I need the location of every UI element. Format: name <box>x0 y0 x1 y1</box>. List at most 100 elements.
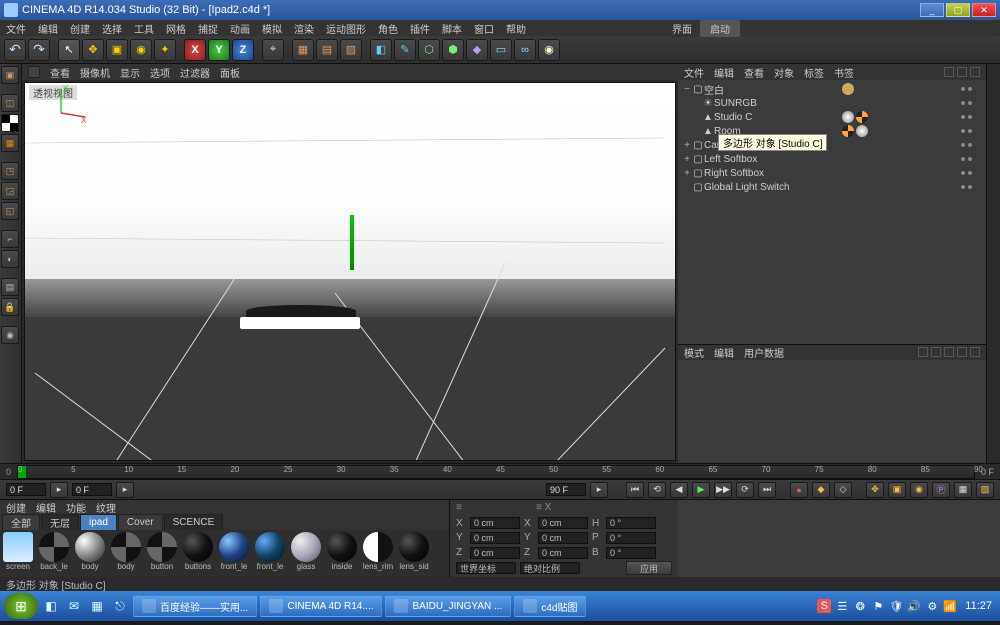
object-name[interactable]: Right Softbox <box>704 168 946 179</box>
soft-select-button[interactable]: ◉ <box>1 326 19 344</box>
object-name[interactable]: Global Light Switch <box>704 182 946 193</box>
taskbar-clock[interactable]: 11:27 <box>961 600 996 612</box>
menu-character[interactable]: 角色 <box>378 21 398 36</box>
am-menu-edit[interactable]: 编辑 <box>714 345 734 360</box>
object-name[interactable]: Left Softbox <box>704 154 946 165</box>
workplane-mode-button[interactable]: ▦ <box>1 134 19 152</box>
current-frame-field[interactable]: 0 F <box>72 483 112 496</box>
om-menu-bookmarks[interactable]: 书签 <box>834 65 854 80</box>
timeline-track[interactable]: 051015202530354045505560657075808590 <box>17 465 975 479</box>
menu-sim[interactable]: 模拟 <box>262 21 282 36</box>
goto-end-button[interactable]: ⏭ <box>758 482 776 498</box>
primitive-cube-button[interactable]: ◧ <box>370 39 392 61</box>
am-menu-mode[interactable]: 模式 <box>684 345 704 360</box>
om-menu-view[interactable]: 查看 <box>744 65 764 80</box>
render-settings-button[interactable]: ▧ <box>340 39 362 61</box>
current-frame-spin[interactable]: ▸ <box>116 482 134 498</box>
am-nav-back-icon[interactable] <box>918 347 928 357</box>
visibility-dots[interactable] <box>946 171 986 175</box>
light-button[interactable]: ◉ <box>538 39 560 61</box>
point-mode-button[interactable]: ◳ <box>1 162 19 180</box>
start-button[interactable]: ⊞ <box>4 593 38 619</box>
mat-menu-create[interactable]: 创建 <box>6 500 26 515</box>
make-editable-button[interactable]: ▣ <box>1 66 19 84</box>
tray-icon[interactable]: 📶 <box>943 599 957 613</box>
select-tool-button[interactable]: ↖ <box>58 39 80 61</box>
expand-icon[interactable]: + <box>682 140 692 151</box>
coord-x-pos-field[interactable]: 0 cm <box>470 517 520 529</box>
window-minimize-button[interactable]: _ <box>920 3 944 17</box>
tree-row[interactable]: +▢Left Softbox <box>678 152 986 166</box>
tray-icon[interactable]: 🛡 <box>889 599 903 613</box>
quicklaunch-icon[interactable]: ⎋ <box>110 596 130 616</box>
key-opt2-button[interactable]: ▨ <box>976 482 994 498</box>
range-in-field[interactable]: 0 F <box>6 483 46 496</box>
material-tag-icon[interactable] <box>842 111 854 123</box>
tray-icon[interactable]: ⚙ <box>925 599 939 613</box>
quicklaunch-icon[interactable]: ▦ <box>87 596 107 616</box>
mat-menu-edit[interactable]: 编辑 <box>36 500 56 515</box>
next-key-button[interactable]: ⟳ <box>736 482 754 498</box>
search-icon[interactable] <box>944 67 954 77</box>
expand-icon[interactable]: − <box>682 84 692 95</box>
visibility-dots[interactable] <box>946 157 986 161</box>
range-in-spin[interactable]: ▸ <box>50 482 68 498</box>
layout-selector[interactable]: 启动 <box>700 20 740 37</box>
move-tool-button[interactable]: ✥ <box>82 39 104 61</box>
key-pos-button[interactable]: ✥ <box>866 482 884 498</box>
key-scale-button[interactable]: ▣ <box>888 482 906 498</box>
am-nav-fwd-icon[interactable] <box>931 347 941 357</box>
window-close-button[interactable]: ✕ <box>972 3 996 17</box>
om-menu-edit[interactable]: 编辑 <box>714 65 734 80</box>
key-pla-button[interactable]: Ⓟ <box>932 482 950 498</box>
scale-tool-button[interactable]: ▣ <box>106 39 128 61</box>
coord-z-size-field[interactable]: 0 cm <box>538 547 588 559</box>
axis-y-button[interactable]: Y <box>208 39 230 61</box>
menu-file[interactable]: 文件 <box>6 21 26 36</box>
material-tab[interactable]: SCENCE <box>164 514 224 530</box>
om-menu-file[interactable]: 文件 <box>684 65 704 80</box>
am-lock-icon[interactable] <box>957 347 967 357</box>
coord-b-rot-field[interactable]: 0 ° <box>606 547 656 559</box>
filter-icon[interactable] <box>957 67 967 77</box>
vp-menu-filter[interactable]: 过滤器 <box>180 65 210 80</box>
record-button[interactable]: ● <box>790 482 808 498</box>
material-item[interactable]: screen <box>0 530 36 577</box>
tree-row[interactable]: ▢Global Light Switch <box>678 180 986 194</box>
right-scrollbar[interactable] <box>986 64 1000 463</box>
material-tab[interactable]: 无层 <box>41 514 79 530</box>
coord-z-pos-field[interactable]: 0 cm <box>470 547 520 559</box>
taskbar-task[interactable]: c4d贴图 <box>514 595 586 617</box>
menu-snap[interactable]: 捕捉 <box>198 21 218 36</box>
coord-p-rot-field[interactable]: 0 ° <box>606 532 656 544</box>
deformer-button[interactable]: ◆ <box>466 39 488 61</box>
autokey-button[interactable]: ◆ <box>812 482 830 498</box>
menu-plugins[interactable]: 插件 <box>410 21 430 36</box>
edge-mode-button[interactable]: ◲ <box>1 182 19 200</box>
lasttool-button[interactable]: ✦ <box>154 39 176 61</box>
quicklaunch-icon[interactable]: ✉ <box>64 596 84 616</box>
menu-edit[interactable]: 编辑 <box>38 21 58 36</box>
redo-button[interactable]: ↷ <box>28 39 50 61</box>
keyframe-button[interactable]: ◇ <box>834 482 852 498</box>
range-out-spin[interactable]: ▸ <box>590 482 608 498</box>
menu-select[interactable]: 选择 <box>102 21 122 36</box>
next-frame-button[interactable]: ▶▶ <box>714 482 732 498</box>
vp-menu-panel[interactable]: 面板 <box>220 65 240 80</box>
mat-menu-func[interactable]: 功能 <box>66 500 86 515</box>
expand-icon[interactable]: + <box>682 154 692 165</box>
texture-tag-icon[interactable] <box>842 125 854 137</box>
am-home-icon[interactable] <box>944 347 954 357</box>
panel-menu-icon[interactable] <box>970 67 980 77</box>
window-maximize-button[interactable]: ▢ <box>946 3 970 17</box>
tray-icon[interactable]: S <box>817 599 831 613</box>
render-view-button[interactable]: ▦ <box>292 39 314 61</box>
tray-icon[interactable]: 🔊 <box>907 599 921 613</box>
tray-icon[interactable]: ☰ <box>835 599 849 613</box>
material-item[interactable]: inside <box>324 530 360 577</box>
polygon-mode-button[interactable]: ◱ <box>1 202 19 220</box>
coord-y-size-field[interactable]: 0 cm <box>538 532 588 544</box>
material-item[interactable]: button <box>144 530 180 577</box>
menu-render[interactable]: 渲染 <box>294 21 314 36</box>
lock-button[interactable]: 🔒 <box>1 298 19 316</box>
